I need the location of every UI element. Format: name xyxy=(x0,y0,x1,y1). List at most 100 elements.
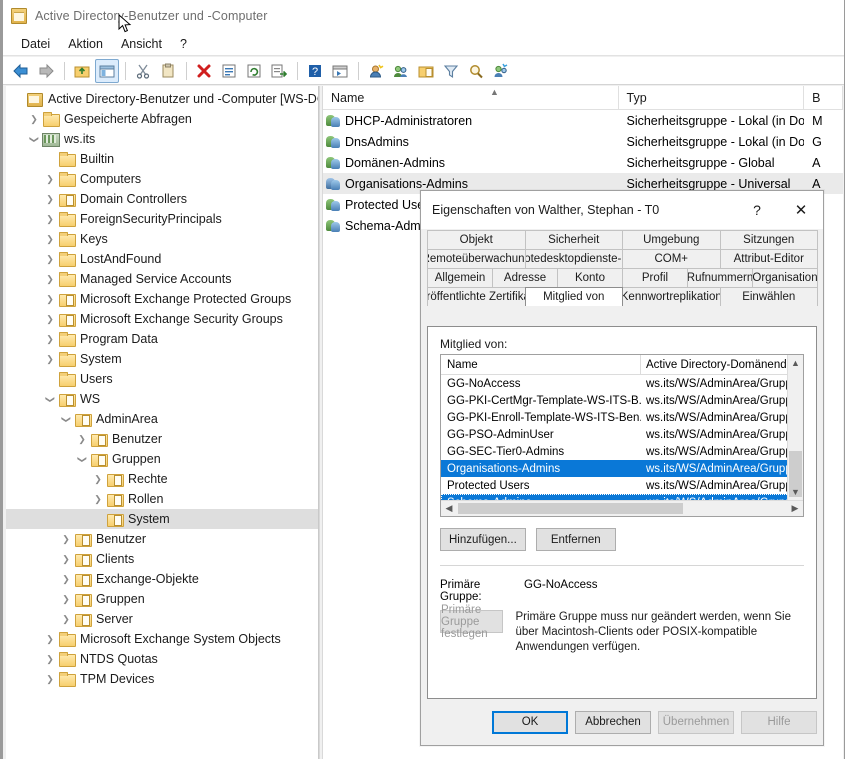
chevron-right-icon[interactable] xyxy=(58,551,74,567)
tree-item-program-data[interactable]: Program Data xyxy=(6,329,318,349)
tree-item-gruppen[interactable]: Gruppen xyxy=(6,449,318,469)
tree-item-microsoft-exchange-protected-groups[interactable]: Microsoft Exchange Protected Groups xyxy=(6,289,318,309)
chevron-right-icon[interactable] xyxy=(58,571,74,587)
tree-item-system[interactable]: System xyxy=(6,349,318,369)
tree-item-gespeicherte-abfragen[interactable]: Gespeicherte Abfragen xyxy=(6,109,318,129)
tree-item-users[interactable]: Users xyxy=(6,369,318,389)
tab-objekt[interactable]: Objekt xyxy=(427,230,526,249)
hscroll-thumb[interactable] xyxy=(458,503,683,514)
chevron-right-icon[interactable] xyxy=(42,171,58,187)
chevron-right-icon[interactable] xyxy=(42,211,58,227)
chevron-right-icon[interactable] xyxy=(26,111,42,127)
tree-item-system[interactable]: System xyxy=(6,509,318,529)
tree-item-benutzer[interactable]: Benutzer xyxy=(6,529,318,549)
chevron-right-icon[interactable] xyxy=(42,291,58,307)
tree-item-gruppen[interactable]: Gruppen xyxy=(6,589,318,609)
chevron-right-icon[interactable] xyxy=(42,191,58,207)
chevron-right-icon[interactable] xyxy=(90,491,106,507)
chevron-right-icon[interactable] xyxy=(42,671,58,687)
console-tree-pane[interactable]: Active Directory-Benutzer und -Computer … xyxy=(6,86,319,759)
tree-item-domain-controllers[interactable]: Domain Controllers xyxy=(6,189,318,209)
chevron-right-icon[interactable] xyxy=(42,651,58,667)
tree-item-builtin[interactable]: Builtin xyxy=(6,149,318,169)
tab-sicherheit[interactable]: Sicherheit xyxy=(524,230,623,249)
member-list-vscrollbar[interactable]: ▲ ▼ xyxy=(787,355,803,500)
tab-konto[interactable]: Konto xyxy=(557,268,623,287)
filter-icon[interactable] xyxy=(439,59,463,83)
tree-item-benutzer[interactable]: Benutzer xyxy=(6,429,318,449)
table-row[interactable]: Domänen-Admins Sicherheitsgruppe - Global… xyxy=(323,152,843,173)
tab-mitglied-von[interactable]: Mitglied von xyxy=(524,287,623,306)
tab-com[interactable]: COM+ xyxy=(622,249,721,268)
chevron-down-icon[interactable] xyxy=(42,391,58,407)
member-rows[interactable]: GG-NoAccess ws.its/WS/AdminArea/Grupp GG-P… xyxy=(441,375,803,511)
chevron-right-icon[interactable] xyxy=(58,611,74,627)
new-user-icon[interactable] xyxy=(364,59,388,83)
member-col-name[interactable]: Name xyxy=(441,355,641,374)
tree-item-tpm-devices[interactable]: TPM Devices xyxy=(6,669,318,689)
member-list-hscrollbar[interactable]: ◀ ▶ xyxy=(441,500,803,516)
member-row[interactable]: GG-PKI-Enroll-Template-WS-ITS-Ben... ws.i… xyxy=(441,409,803,426)
member-row[interactable]: Protected Users ws.its/WS/AdminArea/Grupp xyxy=(441,477,803,494)
member-row[interactable]: GG-NoAccess ws.its/WS/AdminArea/Grupp xyxy=(441,375,803,392)
delete-icon[interactable] xyxy=(192,59,216,83)
menu-ansicht[interactable]: Ansicht xyxy=(112,35,171,53)
member-of-listbox[interactable]: Name Active Directory-Domänendie GG-NoAc… xyxy=(440,354,804,517)
member-col-domain[interactable]: Active Directory-Domänendie xyxy=(641,355,803,374)
show-hide-tree-icon[interactable] xyxy=(95,58,119,83)
tree-item-computers[interactable]: Computers xyxy=(6,169,318,189)
member-row[interactable]: GG-PSO-AdminUser ws.its/WS/AdminArea/Grup… xyxy=(441,426,803,443)
chevron-right-icon[interactable] xyxy=(90,471,106,487)
listview-header[interactable]: Name ▲ Typ B xyxy=(323,86,843,110)
tab-ver-ffentlichte-zertifikate[interactable]: Veröffentlichte Zertifikate xyxy=(427,287,526,306)
tree-item-microsoft-exchange-security-groups[interactable]: Microsoft Exchange Security Groups xyxy=(6,309,318,329)
help-icon[interactable]: ? xyxy=(303,59,327,83)
scroll-up-icon[interactable]: ▲ xyxy=(788,355,803,371)
menu-aktion[interactable]: Aktion xyxy=(59,35,112,53)
close-icon[interactable]: ✕ xyxy=(779,195,823,225)
tab-kennwortreplikation[interactable]: Kennwortreplikation xyxy=(622,287,721,306)
forward-arrow-icon[interactable] xyxy=(34,59,58,83)
export-list-icon[interactable] xyxy=(267,59,291,83)
chevron-right-icon[interactable] xyxy=(42,351,58,367)
chevron-right-icon[interactable] xyxy=(58,591,74,607)
properties-icon[interactable] xyxy=(217,59,241,83)
tab-attribut-editor[interactable]: Attribut-Editor xyxy=(719,249,818,268)
tree-item-exchange-objekte[interactable]: Exchange-Objekte xyxy=(6,569,318,589)
tree-item-active-directory-benutzer-und-computer-ws-dc1-w[interactable]: Active Directory-Benutzer und -Computer … xyxy=(6,89,318,109)
tree-item-ws-its[interactable]: ws.its xyxy=(6,129,318,149)
tree-item-managed-service-accounts[interactable]: Managed Service Accounts xyxy=(6,269,318,289)
new-group-icon[interactable] xyxy=(389,59,413,83)
scroll-left-icon[interactable]: ◀ xyxy=(441,503,457,514)
dialog-tabstrip[interactable]: Objekt Sicherheit Umgebung Sitzungen Remoteü… xyxy=(427,229,818,306)
table-row[interactable]: DnsAdmins Sicherheitsgruppe - Lokal (in D… xyxy=(323,131,843,152)
tab-remotedesktopdienste-profil[interactable]: Remotedesktopdienste-Profil xyxy=(524,249,623,268)
tab-adresse[interactable]: Adresse xyxy=(492,268,558,287)
chevron-right-icon[interactable] xyxy=(42,331,58,347)
tree-item-rollen[interactable]: Rollen xyxy=(6,489,318,509)
column-header-typ[interactable]: Typ xyxy=(619,86,805,109)
cancel-button[interactable]: Abbrechen xyxy=(575,710,651,734)
remove-button[interactable]: Entfernen xyxy=(535,528,616,551)
chevron-right-icon[interactable] xyxy=(42,311,58,327)
chevron-right-icon[interactable] xyxy=(42,271,58,287)
tab-rufnummern[interactable]: Rufnummern xyxy=(687,268,753,287)
add-button[interactable]: Hinzufügen... xyxy=(440,528,526,551)
find-icon[interactable] xyxy=(464,59,488,83)
back-arrow-icon[interactable] xyxy=(9,59,33,83)
tree-item-ws[interactable]: WS xyxy=(6,389,318,409)
ok-button[interactable]: OK xyxy=(492,710,568,734)
chevron-down-icon[interactable] xyxy=(74,451,90,467)
tree-item-ntds-quotas[interactable]: NTDS Quotas xyxy=(6,649,318,669)
show-console-tree-icon[interactable] xyxy=(328,59,352,83)
tree-item-foreignsecurityprincipals[interactable]: ForeignSecurityPrincipals xyxy=(6,209,318,229)
refresh-icon[interactable] xyxy=(242,59,266,83)
chevron-right-icon[interactable] xyxy=(58,531,74,547)
tab-profil[interactable]: Profil xyxy=(622,268,688,287)
tree-item-rechte[interactable]: Rechte xyxy=(6,469,318,489)
chevron-right-icon[interactable] xyxy=(42,251,58,267)
member-list-header[interactable]: Name Active Directory-Domänendie xyxy=(441,355,803,375)
scroll-down-icon[interactable]: ▼ xyxy=(788,484,803,500)
new-ou-icon[interactable] xyxy=(414,59,438,83)
tree-item-adminarea[interactable]: AdminArea xyxy=(6,409,318,429)
